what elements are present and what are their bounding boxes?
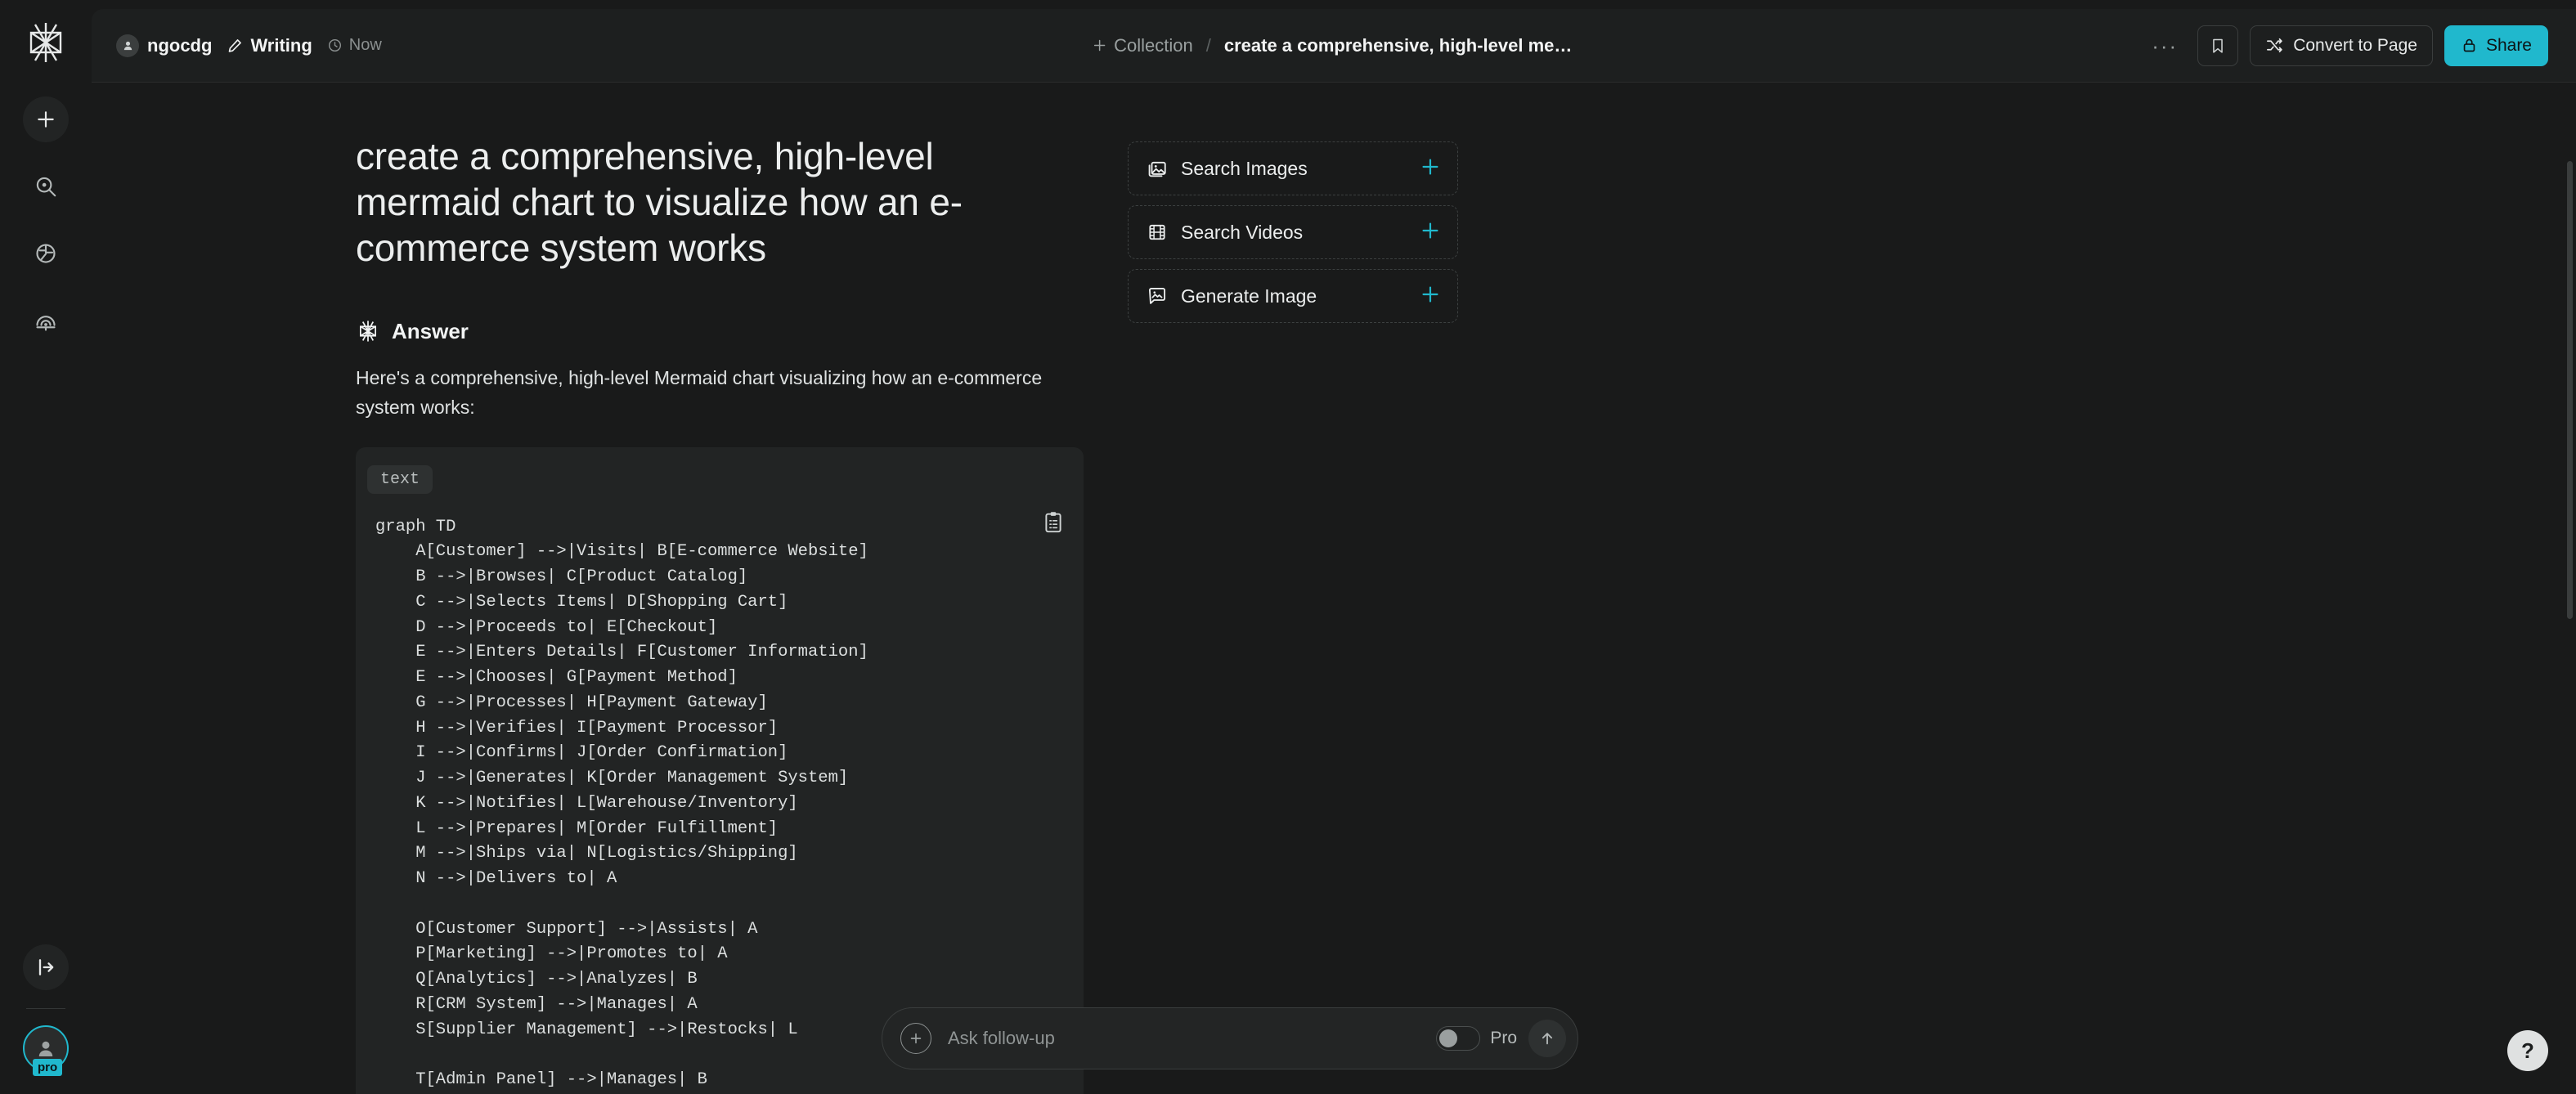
pencil-icon (229, 39, 242, 52)
globe-spaces-icon (36, 244, 56, 263)
convert-to-page-button[interactable]: Convert to Page (2250, 25, 2433, 66)
user-name: ngocdg (147, 34, 213, 56)
clipboard-copy-icon (1045, 511, 1061, 532)
send-button[interactable] (1528, 1020, 1566, 1057)
side-card-search-images[interactable]: Search Images (1128, 141, 1458, 195)
time-label: Now (348, 36, 382, 54)
sign-in-button[interactable] (23, 944, 69, 990)
pro-toggle-label: Pro (1490, 1029, 1517, 1047)
pro-toggle[interactable] (1436, 1026, 1481, 1051)
avatar-small (116, 34, 139, 57)
sidebar-item-library[interactable] (23, 298, 69, 343)
sidebar-item-spaces[interactable] (23, 231, 69, 276)
attach-button[interactable] (900, 1023, 931, 1054)
plus-icon (1422, 285, 1438, 303)
breadcrumb: Collection / create a comprehensive, hig… (1092, 35, 1576, 56)
perplexity-mark-icon (360, 321, 376, 342)
help-button[interactable]: ? (2507, 1030, 2548, 1071)
user-avatar-icon (123, 41, 132, 51)
status-label: Writing (250, 34, 312, 56)
side-card-label: Search Images (1181, 157, 1308, 179)
add-button[interactable] (1420, 156, 1441, 182)
perplexity-logo-icon (29, 23, 62, 62)
lock-icon (2463, 38, 2475, 52)
plus-circle-icon (910, 1033, 922, 1044)
image-generate-icon (1148, 287, 1166, 304)
side-card-search-videos[interactable]: Search Videos (1128, 205, 1458, 259)
rail-footer: pro (0, 944, 92, 1076)
copy-code-button[interactable] (1043, 511, 1064, 538)
rail-nav (23, 96, 69, 343)
status-chip: Writing (227, 35, 312, 56)
breadcrumb-collection[interactable]: Collection (1092, 35, 1193, 56)
answer-section-label: Answer (392, 318, 469, 343)
answer-section-header: Answer (356, 318, 1072, 344)
side-panel: Search Images Search Videos Generate Ima… (1128, 133, 1458, 1094)
breadcrumb-separator: / (1205, 34, 1211, 56)
followup-bar: Pro (882, 1007, 1578, 1069)
side-card-generate-image[interactable]: Generate Image (1128, 269, 1458, 323)
bookmark-button[interactable] (2197, 25, 2239, 66)
breadcrumb-collection-label: Collection (1114, 34, 1193, 56)
user-chip[interactable]: ngocdg (116, 34, 212, 57)
time-chip: Now (327, 36, 382, 55)
plus-icon (1093, 39, 1106, 52)
plus-icon (1422, 158, 1438, 175)
add-button[interactable] (1420, 220, 1441, 245)
left-rail: pro (0, 0, 92, 1094)
sidebar-item-discover[interactable] (23, 164, 69, 209)
topbar-right: ··· Convert to Page Share (2143, 25, 2548, 66)
bookmark-icon (2213, 38, 2224, 53)
more-options-button[interactable]: ··· (2143, 35, 2186, 56)
side-card-label: Search Videos (1181, 221, 1304, 243)
image-icon (1148, 161, 1166, 177)
new-thread-button[interactable] (23, 96, 69, 142)
content-area: create a comprehensive, high-level merma… (92, 83, 2576, 1094)
convert-to-page-label: Convert to Page (2293, 35, 2417, 55)
code-block: text graph TD A[Customer] -->|Visits| B[… (356, 446, 1084, 1094)
vertical-scrollbar[interactable] (2567, 161, 2573, 619)
user-avatar-button[interactable]: pro (23, 1025, 69, 1076)
page-title: create a comprehensive, high-level merma… (356, 135, 963, 270)
app-logo[interactable] (0, 13, 92, 72)
main-column: ngocdg Writing Now Collection / create a… (92, 0, 2576, 1094)
answer-intro-paragraph: Here's a comprehensive, high-level Merma… (356, 367, 1043, 418)
new-thread-plus-icon (38, 111, 54, 128)
user-avatar-icon (38, 1041, 53, 1056)
film-icon (1149, 224, 1165, 240)
arrow-up-icon (1542, 1033, 1553, 1045)
content-inner: create a comprehensive, high-level merma… (356, 83, 2312, 1094)
plus-icon (1422, 222, 1438, 239)
discover-search-icon (36, 177, 56, 197)
sign-in-arrow-icon (38, 959, 54, 975)
topbar-left: ngocdg Writing Now (116, 34, 382, 57)
answer-column: create a comprehensive, high-level merma… (356, 133, 1084, 1094)
rail-divider (26, 1008, 65, 1009)
toggle-knob (1439, 1029, 1458, 1047)
app-root: pro ngocdg Writing Now Collection / crea… (0, 0, 2576, 1094)
share-button[interactable]: Share (2444, 25, 2548, 66)
followup-input[interactable] (948, 1028, 1437, 1049)
code-language-badge: text (367, 464, 433, 494)
top-bar: ngocdg Writing Now Collection / create a… (92, 9, 2576, 83)
library-book-icon (36, 316, 56, 331)
shuffle-icon (2267, 38, 2282, 53)
pro-badge: pro (33, 1059, 63, 1076)
side-card-label: Generate Image (1181, 285, 1317, 307)
breadcrumb-title[interactable]: create a comprehensive, high-level merma… (1224, 35, 1576, 56)
add-button[interactable] (1420, 284, 1441, 309)
clock-icon (328, 38, 341, 52)
share-label: Share (2485, 35, 2532, 55)
